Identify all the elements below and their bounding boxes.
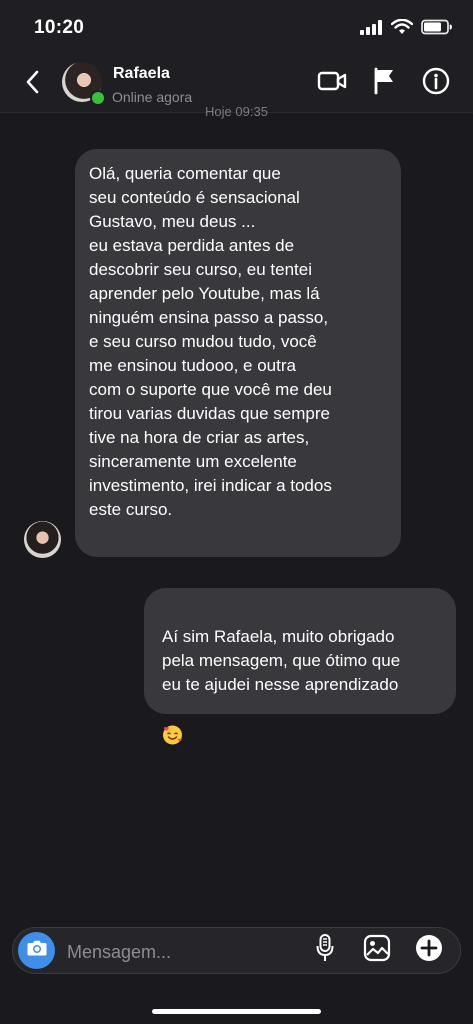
video-call-icon <box>317 70 347 97</box>
smiling-face-with-hearts-icon <box>162 700 183 745</box>
chevron-left-icon <box>24 70 42 99</box>
message-sender-avatar[interactable] <box>24 521 61 558</box>
contact-avatar[interactable] <box>62 62 106 106</box>
camera-icon <box>26 939 48 962</box>
signal-icon <box>360 19 383 40</box>
status-icons <box>360 18 453 40</box>
info-icon <box>422 67 450 100</box>
header-actions <box>317 67 451 100</box>
flag-icon <box>372 67 396 100</box>
home-indicator <box>152 1009 321 1014</box>
gallery-button[interactable] <box>362 934 392 967</box>
conversation-timestamp: Hoje 09:35 <box>205 104 268 119</box>
camera-button[interactable] <box>18 932 55 969</box>
incoming-message-bubble[interactable]: Olá, queria comentar que seu conteúdo é … <box>75 149 401 557</box>
video-call-button[interactable] <box>317 68 347 98</box>
info-button[interactable] <box>421 67 451 100</box>
outgoing-message-bubble[interactable]: Aí sim Rafaela, muito obrigado pela mens… <box>144 588 456 745</box>
battery-icon <box>421 19 453 40</box>
back-button[interactable] <box>18 69 48 99</box>
message-input[interactable] <box>65 939 319 965</box>
contact-name[interactable]: Rafaela <box>113 65 170 83</box>
status-time: 10:20 <box>34 17 85 38</box>
flag-button[interactable] <box>369 67 399 100</box>
message-composer <box>12 927 461 974</box>
image-icon <box>363 934 391 967</box>
outgoing-message-text: Aí sim Rafaela, muito obrigado pela mens… <box>162 627 401 694</box>
wifi-icon <box>390 18 414 40</box>
contact-status: Online agora <box>112 89 193 105</box>
microphone-icon <box>314 933 336 968</box>
composer-actions <box>310 933 444 968</box>
status-bar: 10:20 <box>0 0 473 56</box>
plus-icon <box>415 934 443 967</box>
more-options-button[interactable] <box>414 934 444 967</box>
microphone-button[interactable] <box>310 933 340 968</box>
